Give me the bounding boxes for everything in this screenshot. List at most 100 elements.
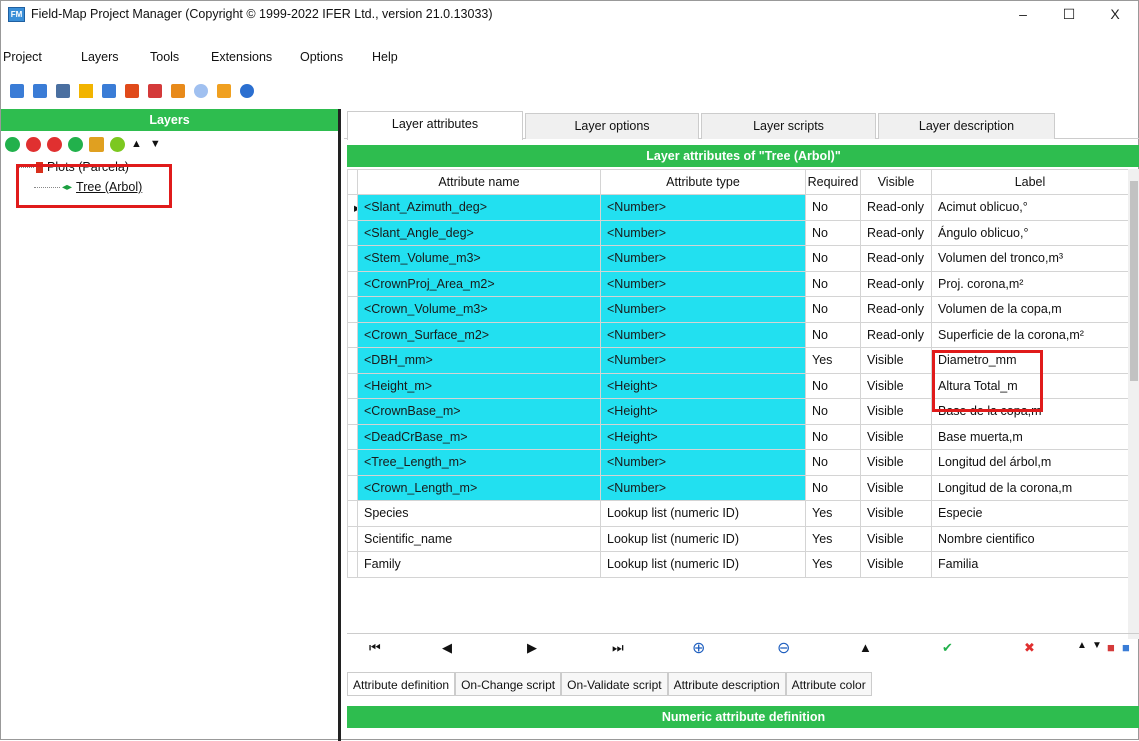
copy-attributes-icon[interactable]: ■ bbox=[1122, 640, 1130, 655]
table-cell[interactable]: No bbox=[805, 194, 861, 221]
table-cell[interactable]: <Crown_Volume_m3> bbox=[357, 296, 601, 323]
table-cell[interactable]: <Number> bbox=[600, 245, 806, 272]
table-cell[interactable]: Read-only bbox=[860, 296, 932, 323]
table-cell[interactable]: <Number> bbox=[600, 219, 806, 246]
column-header[interactable]: Required bbox=[805, 169, 861, 195]
table-cell[interactable]: Visible bbox=[860, 347, 932, 374]
table-cell[interactable]: <Stem_Volume_m3> bbox=[357, 245, 601, 272]
column-header[interactable]: Attribute name bbox=[357, 169, 601, 195]
table-cell[interactable]: No bbox=[805, 296, 861, 323]
scroll-thumb[interactable] bbox=[1130, 181, 1138, 381]
row-indicator[interactable] bbox=[347, 474, 358, 501]
tab-attribute-definition[interactable]: Attribute definition bbox=[347, 672, 456, 696]
table-cell[interactable]: No bbox=[805, 219, 861, 246]
prior-record-icon[interactable]: ◀ bbox=[442, 640, 452, 656]
move-up-icon[interactable]: ▲ bbox=[131, 138, 142, 150]
tab-on-validate-script[interactable]: On-Validate script bbox=[561, 672, 668, 696]
table-cell[interactable]: <Crown_Surface_m2> bbox=[357, 321, 601, 348]
table-cell[interactable]: <Number> bbox=[600, 321, 806, 348]
table-row[interactable]: <Crown_Volume_m3> <Number> No Read-only Volu… bbox=[347, 296, 1129, 323]
table-cell[interactable]: Yes bbox=[805, 347, 861, 374]
table-cell[interactable]: Superficie de la corona,m² bbox=[931, 321, 1129, 348]
table-cell[interactable]: Visible bbox=[860, 551, 932, 578]
table-cell[interactable]: Visible bbox=[860, 474, 932, 501]
table-cell[interactable]: <Number> bbox=[600, 296, 806, 323]
post-record-icon[interactable]: ✔ bbox=[942, 640, 953, 656]
table-cell[interactable]: <Crown_Length_m> bbox=[357, 474, 601, 501]
table-cell[interactable]: Nombre cientifico bbox=[931, 525, 1129, 552]
table-cell[interactable]: <Slant_Azimuth_deg> bbox=[357, 194, 601, 221]
table-cell[interactable]: Scientific_name bbox=[357, 525, 601, 552]
menu-layers[interactable]: Layers bbox=[81, 50, 119, 64]
help-icon[interactable] bbox=[240, 84, 254, 98]
menu-tools[interactable]: Tools bbox=[150, 50, 179, 64]
import-icon[interactable] bbox=[125, 84, 139, 98]
table-cell[interactable]: Read-only bbox=[860, 270, 932, 297]
table-cell[interactable]: Visible bbox=[860, 449, 932, 476]
row-indicator[interactable] bbox=[347, 321, 358, 348]
table-cell[interactable]: Read-only bbox=[860, 219, 932, 246]
table-cell[interactable]: <Number> bbox=[600, 270, 806, 297]
tab-attribute-description[interactable]: Attribute description bbox=[667, 672, 786, 696]
table-cell[interactable]: <Tree_Length_m> bbox=[357, 449, 601, 476]
menu-options[interactable]: Options bbox=[300, 50, 343, 64]
table-row[interactable]: <Crown_Length_m> <Number> No Visible Longitu… bbox=[347, 474, 1129, 501]
table-cell[interactable]: Acimut oblicuo,° bbox=[931, 194, 1129, 221]
column-header[interactable]: Attribute type bbox=[600, 169, 806, 195]
table-cell[interactable]: Proj. corona,m² bbox=[931, 270, 1129, 297]
table-cell[interactable]: Yes bbox=[805, 551, 861, 578]
row-indicator[interactable] bbox=[347, 219, 358, 246]
minimize-button[interactable]: – bbox=[1000, 1, 1046, 27]
layer-structure-icon[interactable] bbox=[89, 136, 104, 152]
table-cell[interactable]: Familia bbox=[931, 551, 1129, 578]
row-indicator[interactable] bbox=[347, 372, 358, 399]
table-cell[interactable]: Visible bbox=[860, 500, 932, 527]
delete-record-icon[interactable]: ⊖ bbox=[777, 638, 790, 658]
table-cell[interactable]: <Number> bbox=[600, 347, 806, 374]
maximize-button[interactable]: ☐ bbox=[1046, 1, 1092, 27]
table-cell[interactable]: Read-only bbox=[860, 245, 932, 272]
new-project-icon[interactable] bbox=[10, 84, 24, 98]
table-cell[interactable]: <DeadCrBase_m> bbox=[357, 423, 601, 450]
table-cell[interactable]: Visible bbox=[860, 372, 932, 399]
add-layer-icon[interactable] bbox=[5, 136, 20, 152]
table-cell[interactable]: Ángulo oblicuo,° bbox=[931, 219, 1129, 246]
copy-layer-icon[interactable] bbox=[148, 84, 162, 98]
table-cell[interactable]: No bbox=[805, 245, 861, 272]
table-cell[interactable]: <Height_m> bbox=[357, 372, 601, 399]
table-cell[interactable]: Visible bbox=[860, 525, 932, 552]
row-indicator[interactable] bbox=[347, 551, 358, 578]
close-button[interactable]: X bbox=[1092, 1, 1138, 27]
table-cell[interactable]: Longitud de la corona,m bbox=[931, 474, 1129, 501]
table-cell[interactable]: No bbox=[805, 270, 861, 297]
last-record-icon[interactable]: ⏭ bbox=[612, 640, 624, 656]
palette-icon[interactable] bbox=[171, 84, 185, 98]
table-cell[interactable]: Lookup list (numeric ID) bbox=[600, 525, 806, 552]
target-icon[interactable] bbox=[194, 84, 208, 98]
row-indicator[interactable] bbox=[347, 500, 358, 527]
table-cell[interactable]: Base muerta,m bbox=[931, 423, 1129, 450]
tab-layer-attributes[interactable]: Layer attributes bbox=[347, 111, 523, 140]
tree-icon[interactable] bbox=[110, 136, 125, 152]
rename-layer-icon[interactable] bbox=[47, 136, 62, 152]
lightning-icon[interactable] bbox=[79, 84, 93, 98]
table-cell[interactable]: Lookup list (numeric ID) bbox=[600, 551, 806, 578]
table-cell[interactable]: <DBH_mm> bbox=[357, 347, 601, 374]
table-row[interactable]: <Crown_Surface_m2> <Number> No Read-only Sup… bbox=[347, 321, 1129, 348]
next-record-icon[interactable]: ▶ bbox=[527, 640, 537, 656]
table-cell[interactable]: No bbox=[805, 321, 861, 348]
table-cell[interactable]: <Height> bbox=[600, 423, 806, 450]
row-indicator[interactable]: ▸ bbox=[347, 194, 358, 221]
table-row[interactable]: <Tree_Length_m> <Number> No Visible Longitud… bbox=[347, 449, 1129, 476]
tab-attribute-color[interactable]: Attribute color bbox=[785, 672, 872, 696]
tab-layer-description[interactable]: Layer description bbox=[878, 113, 1055, 139]
export-icon[interactable] bbox=[102, 84, 116, 98]
table-cell[interactable]: <Height> bbox=[600, 372, 806, 399]
row-indicator[interactable] bbox=[347, 296, 358, 323]
tab-layer-options[interactable]: Layer options bbox=[525, 113, 699, 139]
print-icon[interactable] bbox=[56, 84, 70, 98]
table-cell[interactable]: Volumen del tronco,m³ bbox=[931, 245, 1129, 272]
row-indicator[interactable] bbox=[347, 347, 358, 374]
menu-extensions[interactable]: Extensions bbox=[211, 50, 272, 64]
table-row[interactable]: Family Lookup list (numeric ID) Yes Visible… bbox=[347, 551, 1129, 578]
